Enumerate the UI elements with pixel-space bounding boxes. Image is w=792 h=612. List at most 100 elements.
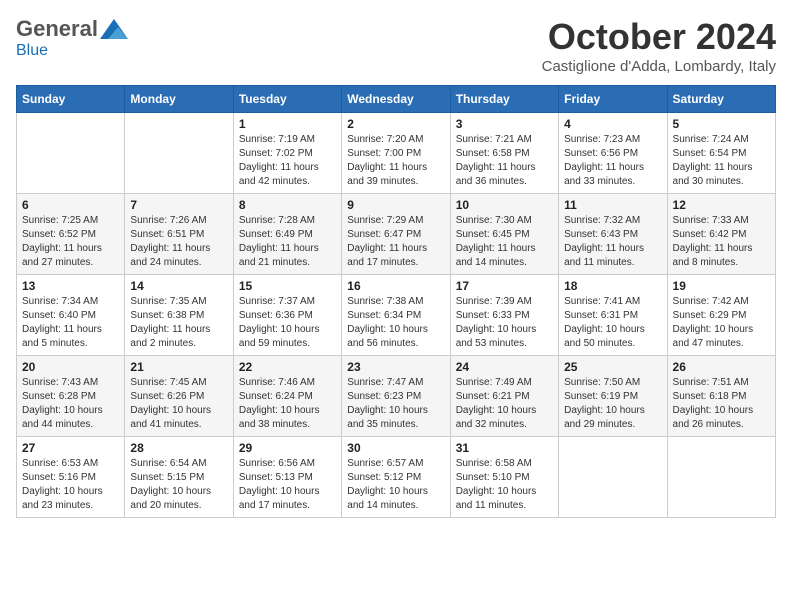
day-info: Sunrise: 7:28 AM Sunset: 6:49 PM Dayligh…	[239, 214, 336, 270]
day-info: Sunrise: 7:51 AM Sunset: 6:18 PM Dayligh…	[673, 376, 770, 432]
day-info: Sunrise: 7:29 AM Sunset: 6:47 PM Dayligh…	[347, 214, 444, 270]
calendar-week-row: 13Sunrise: 7:34 AM Sunset: 6:40 PM Dayli…	[17, 275, 776, 356]
logo-icon	[100, 19, 128, 39]
day-info: Sunrise: 7:47 AM Sunset: 6:23 PM Dayligh…	[347, 376, 444, 432]
calendar-cell: 8Sunrise: 7:28 AM Sunset: 6:49 PM Daylig…	[233, 194, 341, 275]
page-header: General Blue October 2024 Castiglione d'…	[16, 16, 776, 75]
calendar-cell: 23 Sunrise: 7:47 AM Sunset: 6:23 PM Dayli…	[342, 356, 450, 437]
calendar-body: 1 Sunrise: 7:19 AM Sunset: 7:02 PM Daylig…	[17, 113, 776, 518]
day-info: Sunrise: 7:38 AM Sunset: 6:34 PM Dayligh…	[347, 295, 444, 351]
calendar-cell: 9 Sunrise: 7:29 AM Sunset: 6:47 PM Daylig…	[342, 194, 450, 275]
day-number: 19	[673, 279, 770, 293]
calendar-cell: 17 Sunrise: 7:39 AM Sunset: 6:33 PM Dayli…	[450, 275, 558, 356]
calendar-col-monday: Monday	[125, 86, 233, 113]
day-number: 4	[564, 117, 661, 131]
day-number: 2	[347, 117, 444, 131]
calendar-cell: 15Sunrise: 7:37 AM Sunset: 6:36 PM Dayli…	[233, 275, 341, 356]
calendar-cell: 31 Sunrise: 6:58 AM Sunset: 5:10 PM Dayli…	[450, 437, 558, 518]
calendar-col-saturday: Saturday	[667, 86, 775, 113]
day-info: Sunrise: 6:54 AM Sunset: 5:15 PM Dayligh…	[130, 457, 227, 513]
day-number: 7	[130, 198, 227, 212]
day-number: 29	[239, 441, 336, 455]
calendar-cell: 1 Sunrise: 7:19 AM Sunset: 7:02 PM Daylig…	[233, 113, 341, 194]
calendar-cell: 3 Sunrise: 7:21 AM Sunset: 6:58 PM Daylig…	[450, 113, 558, 194]
day-info: Sunrise: 7:25 AM Sunset: 6:52 PM Dayligh…	[22, 214, 119, 270]
day-info: Sunrise: 7:34 AM Sunset: 6:40 PM Dayligh…	[22, 295, 119, 351]
calendar-cell: 13Sunrise: 7:34 AM Sunset: 6:40 PM Dayli…	[17, 275, 125, 356]
calendar-week-row: 27 Sunrise: 6:53 AM Sunset: 5:16 PM Dayli…	[17, 437, 776, 518]
day-number: 18	[564, 279, 661, 293]
calendar-col-friday: Friday	[559, 86, 667, 113]
day-info: Sunrise: 7:37 AM Sunset: 6:36 PM Dayligh…	[239, 295, 336, 351]
day-info: Sunrise: 7:21 AM Sunset: 6:58 PM Dayligh…	[456, 133, 553, 189]
day-number: 24	[456, 360, 553, 374]
calendar-cell: 20 Sunrise: 7:43 AM Sunset: 6:28 PM Dayli…	[17, 356, 125, 437]
calendar-cell: 26Sunrise: 7:51 AM Sunset: 6:18 PM Dayli…	[667, 356, 775, 437]
day-info: Sunrise: 7:35 AM Sunset: 6:38 PM Dayligh…	[130, 295, 227, 351]
day-number: 3	[456, 117, 553, 131]
day-number: 9	[347, 198, 444, 212]
day-number: 30	[347, 441, 444, 455]
calendar-col-tuesday: Tuesday	[233, 86, 341, 113]
day-info: Sunrise: 7:46 AM Sunset: 6:24 PM Dayligh…	[239, 376, 336, 432]
calendar-week-row: 20 Sunrise: 7:43 AM Sunset: 6:28 PM Dayli…	[17, 356, 776, 437]
title-section: October 2024 Castiglione d'Adda, Lombard…	[542, 16, 776, 75]
day-info: Sunrise: 7:39 AM Sunset: 6:33 PM Dayligh…	[456, 295, 553, 351]
calendar-week-row: 1 Sunrise: 7:19 AM Sunset: 7:02 PM Daylig…	[17, 113, 776, 194]
calendar-cell	[17, 113, 125, 194]
calendar-cell: 28Sunrise: 6:54 AM Sunset: 5:15 PM Dayli…	[125, 437, 233, 518]
day-number: 31	[456, 441, 553, 455]
day-info: Sunrise: 7:41 AM Sunset: 6:31 PM Dayligh…	[564, 295, 661, 351]
calendar-cell: 24 Sunrise: 7:49 AM Sunset: 6:21 PM Dayli…	[450, 356, 558, 437]
calendar-week-row: 6 Sunrise: 7:25 AM Sunset: 6:52 PM Daylig…	[17, 194, 776, 275]
day-info: Sunrise: 7:30 AM Sunset: 6:45 PM Dayligh…	[456, 214, 553, 270]
day-info: Sunrise: 7:45 AM Sunset: 6:26 PM Dayligh…	[130, 376, 227, 432]
day-info: Sunrise: 7:43 AM Sunset: 6:28 PM Dayligh…	[22, 376, 119, 432]
logo: General Blue	[16, 16, 128, 60]
day-info: Sunrise: 7:24 AM Sunset: 6:54 PM Dayligh…	[673, 133, 770, 189]
calendar-cell: 25Sunrise: 7:50 AM Sunset: 6:19 PM Dayli…	[559, 356, 667, 437]
day-number: 27	[22, 441, 119, 455]
calendar-col-sunday: Sunday	[17, 86, 125, 113]
calendar-table: SundayMondayTuesdayWednesdayThursdayFrid…	[16, 85, 776, 518]
day-info: Sunrise: 7:20 AM Sunset: 7:00 PM Dayligh…	[347, 133, 444, 189]
day-number: 17	[456, 279, 553, 293]
calendar-col-thursday: Thursday	[450, 86, 558, 113]
day-info: Sunrise: 7:49 AM Sunset: 6:21 PM Dayligh…	[456, 376, 553, 432]
calendar-cell: 14 Sunrise: 7:35 AM Sunset: 6:38 PM Dayli…	[125, 275, 233, 356]
day-number: 20	[22, 360, 119, 374]
day-info: Sunrise: 7:19 AM Sunset: 7:02 PM Dayligh…	[239, 133, 336, 189]
calendar-cell: 2 Sunrise: 7:20 AM Sunset: 7:00 PM Daylig…	[342, 113, 450, 194]
calendar-cell: 11 Sunrise: 7:32 AM Sunset: 6:43 PM Dayli…	[559, 194, 667, 275]
day-number: 14	[130, 279, 227, 293]
day-info: Sunrise: 6:53 AM Sunset: 5:16 PM Dayligh…	[22, 457, 119, 513]
day-number: 11	[564, 198, 661, 212]
day-number: 23	[347, 360, 444, 374]
logo-general: General	[16, 16, 98, 42]
day-number: 10	[456, 198, 553, 212]
calendar-col-wednesday: Wednesday	[342, 86, 450, 113]
day-info: Sunrise: 6:56 AM Sunset: 5:13 PM Dayligh…	[239, 457, 336, 513]
location: Castiglione d'Adda, Lombardy, Italy	[542, 58, 776, 75]
day-number: 16	[347, 279, 444, 293]
day-number: 21	[130, 360, 227, 374]
calendar-cell: 6 Sunrise: 7:25 AM Sunset: 6:52 PM Daylig…	[17, 194, 125, 275]
calendar-cell: 21 Sunrise: 7:45 AM Sunset: 6:26 PM Dayli…	[125, 356, 233, 437]
day-info: Sunrise: 7:32 AM Sunset: 6:43 PM Dayligh…	[564, 214, 661, 270]
calendar-cell: 19Sunrise: 7:42 AM Sunset: 6:29 PM Dayli…	[667, 275, 775, 356]
day-info: Sunrise: 6:58 AM Sunset: 5:10 PM Dayligh…	[456, 457, 553, 513]
month-title: October 2024	[542, 16, 776, 58]
calendar-cell	[125, 113, 233, 194]
calendar-cell: 7 Sunrise: 7:26 AM Sunset: 6:51 PM Daylig…	[125, 194, 233, 275]
calendar-cell: 4Sunrise: 7:23 AM Sunset: 6:56 PM Daylig…	[559, 113, 667, 194]
calendar-cell: 22Sunrise: 7:46 AM Sunset: 6:24 PM Dayli…	[233, 356, 341, 437]
day-number: 5	[673, 117, 770, 131]
calendar-header-row: SundayMondayTuesdayWednesdayThursdayFrid…	[17, 86, 776, 113]
day-number: 1	[239, 117, 336, 131]
day-info: Sunrise: 7:26 AM Sunset: 6:51 PM Dayligh…	[130, 214, 227, 270]
day-info: Sunrise: 7:50 AM Sunset: 6:19 PM Dayligh…	[564, 376, 661, 432]
calendar-cell: 18 Sunrise: 7:41 AM Sunset: 6:31 PM Dayli…	[559, 275, 667, 356]
calendar-cell: 12Sunrise: 7:33 AM Sunset: 6:42 PM Dayli…	[667, 194, 775, 275]
calendar-cell	[667, 437, 775, 518]
day-number: 6	[22, 198, 119, 212]
